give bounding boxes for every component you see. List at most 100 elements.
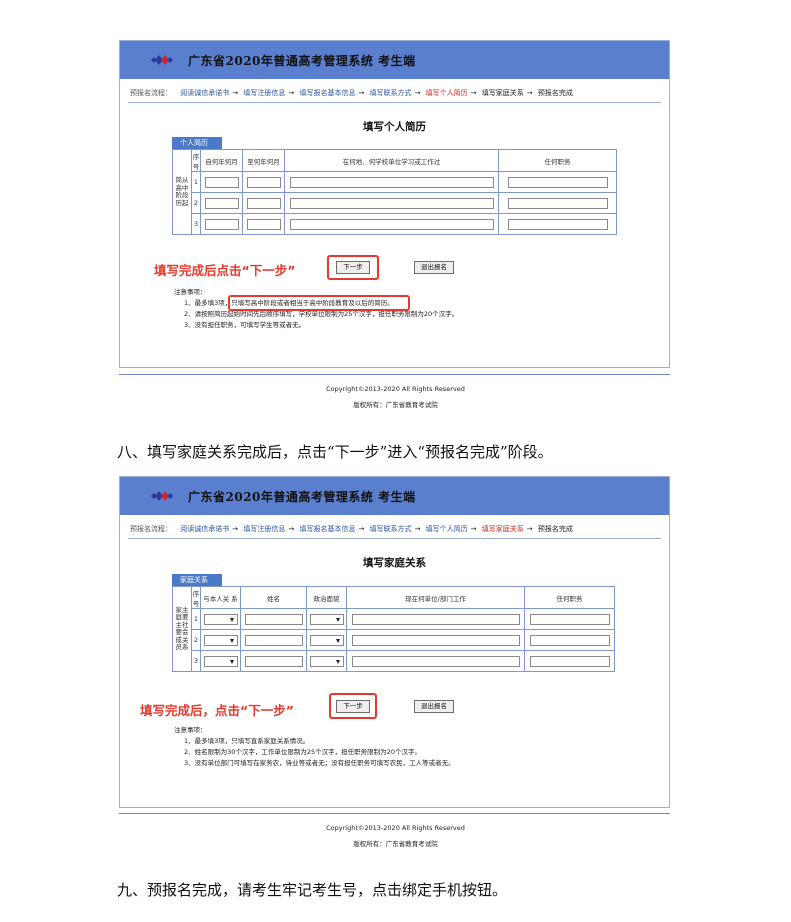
position-input[interactable] xyxy=(529,634,610,646)
resume-table: 简从高中阶段历起 序号 自何年何月 至何年何月 在何地、何学校单位学习或工作过 … xyxy=(172,149,617,235)
table-row: 2 xyxy=(173,192,617,214)
note-item: 3、没有担任职务，可填写学生等或者无。 xyxy=(184,321,306,329)
flow-step-register[interactable]: 填写注册信息 xyxy=(243,525,285,533)
table-row: 3 xyxy=(173,650,615,672)
workplace-input[interactable] xyxy=(351,634,520,646)
start-date-input[interactable] xyxy=(204,176,239,188)
school-input[interactable] xyxy=(289,218,494,230)
column-header: 政治面貌 xyxy=(306,586,347,609)
relation-select[interactable] xyxy=(203,634,238,646)
arrow-right-icon: → xyxy=(358,525,365,533)
next-button[interactable]: 下一步 xyxy=(336,700,370,713)
end-date-input[interactable] xyxy=(246,176,281,188)
name-input[interactable] xyxy=(244,634,303,646)
family-table: 家主庭要主社要会成关员系 序号 与本人关 系 姓名 政治面貌 现在何单位/部门工… xyxy=(172,586,615,672)
arrow-right-icon: → xyxy=(358,89,365,97)
copyright-line: Copyright©2013-2020 All Rights Reserved xyxy=(326,385,465,393)
diamond-logo-icon xyxy=(151,55,173,65)
start-date-input[interactable] xyxy=(204,197,239,209)
system-banner: 广东省2020年普通高考管理系统 考生端 xyxy=(120,41,669,79)
tab-resume: 个人简历 xyxy=(172,137,222,149)
political-status-select[interactable] xyxy=(309,613,344,625)
banner-title: 广东省2020年普通高考管理系统 考生端 xyxy=(188,490,416,504)
note-highlight xyxy=(228,295,410,311)
column-header: 与本人关 系 xyxy=(200,586,241,609)
row-number: 2 xyxy=(191,192,201,214)
hint-text: 填写完成后，点击“下一步” xyxy=(140,703,294,718)
position-input[interactable] xyxy=(529,655,610,667)
name-input[interactable] xyxy=(244,655,303,667)
flow-step-resume[interactable]: 填写个人简历 xyxy=(426,525,468,533)
relation-select[interactable] xyxy=(203,655,238,667)
arrow-right-icon: → xyxy=(526,525,533,533)
flow-step-promise[interactable]: 阅读诚信承诺书 xyxy=(180,89,229,97)
relation-select[interactable] xyxy=(203,613,238,625)
step-8-instruction: 八、填写家庭关系完成后，点击“下一步”进入“预报名完成”阶段。 xyxy=(117,443,553,461)
flow-step-family: 填写家庭关系 xyxy=(481,89,524,97)
column-header: 序号 xyxy=(191,586,201,609)
resume-screenshot: 广东省2020年普通高考管理系统 考生端 预报名流程： 阅读诚信承诺书 → 填写注… xyxy=(119,40,670,368)
flow-lead: 预报名流程： xyxy=(130,89,172,97)
banner-title: 广东省2020年普通高考管理系统 考生端 xyxy=(188,54,416,68)
table-header: 家主庭要主社要会成关员系 序号 与本人关 系 姓名 政治面貌 现在何单位/部门工… xyxy=(172,586,615,672)
side-label: 家主庭要主社要会成关员系 xyxy=(172,586,192,672)
flow-step-basic-info[interactable]: 填写报名基本信息 xyxy=(299,525,355,533)
notes: 注意事项： 1、最多填3项，只填写直系家庭关系情况。 2、姓名限制为30个汉字，… xyxy=(174,725,455,769)
start-date-input[interactable] xyxy=(204,218,239,230)
column-header: 自何年何月 xyxy=(200,149,243,172)
tab-family: 家庭关系 xyxy=(172,574,222,586)
end-date-input[interactable] xyxy=(246,218,281,230)
school-input[interactable] xyxy=(289,197,494,209)
flow-lead: 预报名流程： xyxy=(130,525,172,533)
table-row: 1 xyxy=(173,608,615,630)
row-number: 1 xyxy=(191,608,201,630)
political-status-select[interactable] xyxy=(309,634,344,646)
school-input[interactable] xyxy=(289,176,494,188)
arrow-right-icon: → xyxy=(232,89,239,97)
note-item: 3、没有单位部门可填写在家务农，待业等或者无；没有担任职务可填写农民，工人等或者… xyxy=(184,759,455,767)
system-banner: 广东省2020年普通高考管理系统 考生端 xyxy=(120,477,669,515)
flow-step-register[interactable]: 填写注册信息 xyxy=(243,89,285,97)
footer-divider xyxy=(119,374,670,375)
flow-divider xyxy=(128,102,661,103)
workplace-input[interactable] xyxy=(351,655,520,667)
exit-button[interactable]: 退出报名 xyxy=(414,261,454,274)
table-row: 2 xyxy=(173,629,615,651)
position-input[interactable] xyxy=(529,613,610,625)
flow-step-family-current: 填写家庭关系 xyxy=(481,525,524,533)
diamond-logo-icon xyxy=(151,491,173,501)
family-screenshot: 广东省2020年普通高考管理系统 考生端 预报名流程： 阅读诚信承诺书 → 填写注… xyxy=(119,476,670,808)
flow-step-resume-current: 填写个人简历 xyxy=(425,89,468,97)
note-item: 1、最多填3项，只填写直系家庭关系情况。 xyxy=(184,737,310,745)
footer-divider xyxy=(119,813,670,814)
flow-step-basic-info[interactable]: 填写报名基本信息 xyxy=(299,89,355,97)
arrow-right-icon: → xyxy=(470,525,477,533)
position-input[interactable] xyxy=(507,197,608,209)
flow-step-contact[interactable]: 填写联系方式 xyxy=(370,525,412,533)
column-header: 在何地、何学校单位学习或工作过 xyxy=(284,149,499,172)
column-header: 序号 xyxy=(191,149,201,172)
position-input[interactable] xyxy=(507,176,608,188)
note-item: 2、姓名限制为30个汉字，工作单位限制为25个汉字，担任职务限制为20个汉字。 xyxy=(184,748,421,756)
registration-flow: 预报名流程： 阅读诚信承诺书 → 填写注册信息 → 填写报名基本信息 → 填写联系方式… xyxy=(130,524,659,534)
column-header: 现在何单位/部门工作 xyxy=(346,586,525,609)
copyright-owner: 版权所有：广东省教育考试院 xyxy=(353,401,438,409)
position-input[interactable] xyxy=(507,218,608,230)
name-input[interactable] xyxy=(244,613,303,625)
row-number: 3 xyxy=(191,213,201,235)
arrow-right-icon: → xyxy=(526,89,533,97)
row-number: 3 xyxy=(191,650,201,672)
flow-step-promise[interactable]: 阅读诚信承诺书 xyxy=(180,525,229,533)
arrow-right-icon: → xyxy=(414,89,421,97)
exit-button[interactable]: 退出报名 xyxy=(414,700,454,713)
side-label: 简从高中阶段历起 xyxy=(172,149,192,235)
workplace-input[interactable] xyxy=(351,613,520,625)
flow-step-contact[interactable]: 填写联系方式 xyxy=(370,89,412,97)
notes-title: 注意事项： xyxy=(174,726,207,734)
next-button[interactable]: 下一步 xyxy=(336,261,370,274)
end-date-input[interactable] xyxy=(246,197,281,209)
table-header: 简从高中阶段历起 序号 自何年何月 至何年何月 在何地、何学校单位学习或工作过 … xyxy=(172,149,617,235)
arrow-right-icon: → xyxy=(414,525,421,533)
flow-step-complete: 预报名完成 xyxy=(537,89,573,97)
political-status-select[interactable] xyxy=(309,655,344,667)
